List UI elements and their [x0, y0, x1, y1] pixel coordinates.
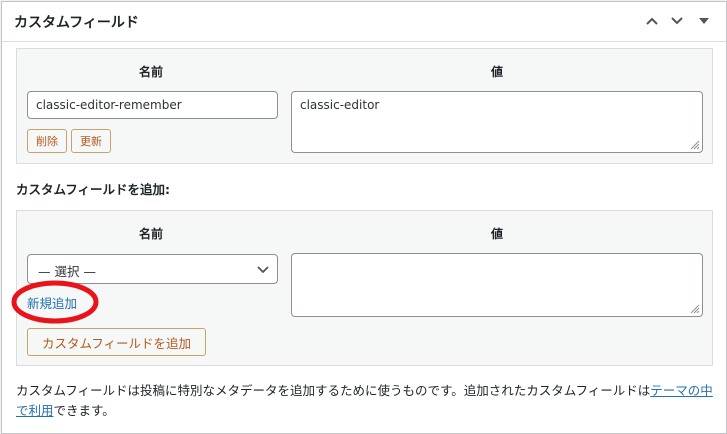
- existing-fields-table: 名前 値 classic-editor-remember classic-edi…: [16, 48, 713, 164]
- triangle-down-icon: [699, 18, 709, 24]
- resize-grip-icon[interactable]: [689, 303, 700, 314]
- toggle-panel-button[interactable]: [694, 11, 714, 31]
- field-value-textarea[interactable]: classic-editor: [291, 91, 703, 153]
- new-field-value-textarea[interactable]: [291, 253, 703, 317]
- field-name-input[interactable]: classic-editor-remember: [27, 91, 278, 119]
- update-button[interactable]: 更新: [71, 129, 111, 153]
- move-up-button[interactable]: [642, 11, 662, 31]
- chevron-down-icon: [671, 17, 683, 25]
- select-value: — 選択 —: [38, 264, 96, 279]
- column-header-value: 値: [491, 65, 504, 79]
- metabox-title: カスタムフィールド: [14, 15, 139, 31]
- help-text: カスタムフィールドは投稿に特別なメタデータを追加するために使うものです。追加され…: [16, 381, 716, 421]
- help-text-before: カスタムフィールドは投稿に特別なメタデータを追加するために使うものです。追加され…: [16, 383, 651, 398]
- move-down-button[interactable]: [667, 11, 687, 31]
- new-field-link[interactable]: 新規追加: [27, 293, 77, 312]
- chevron-up-icon: [646, 17, 658, 25]
- chevron-down-icon: [257, 266, 269, 274]
- help-text-after: できます。: [53, 403, 115, 418]
- column-header-value: 値: [491, 227, 504, 241]
- resize-grip-icon[interactable]: [689, 139, 700, 150]
- field-name-select[interactable]: — 選択 —: [27, 254, 278, 284]
- custom-fields-metabox: カスタムフィールド 名前 値 classic-editor-remember c…: [1, 1, 727, 434]
- delete-button[interactable]: 削除: [27, 129, 67, 153]
- column-header-name: 名前: [139, 65, 164, 79]
- add-custom-field-heading: カスタムフィールドを追加:: [16, 182, 170, 197]
- metabox-header: カスタムフィールド: [2, 2, 726, 42]
- add-custom-field-button[interactable]: カスタムフィールドを追加: [27, 328, 206, 356]
- column-header-name: 名前: [139, 227, 164, 241]
- field-value-text: classic-editor: [300, 98, 380, 112]
